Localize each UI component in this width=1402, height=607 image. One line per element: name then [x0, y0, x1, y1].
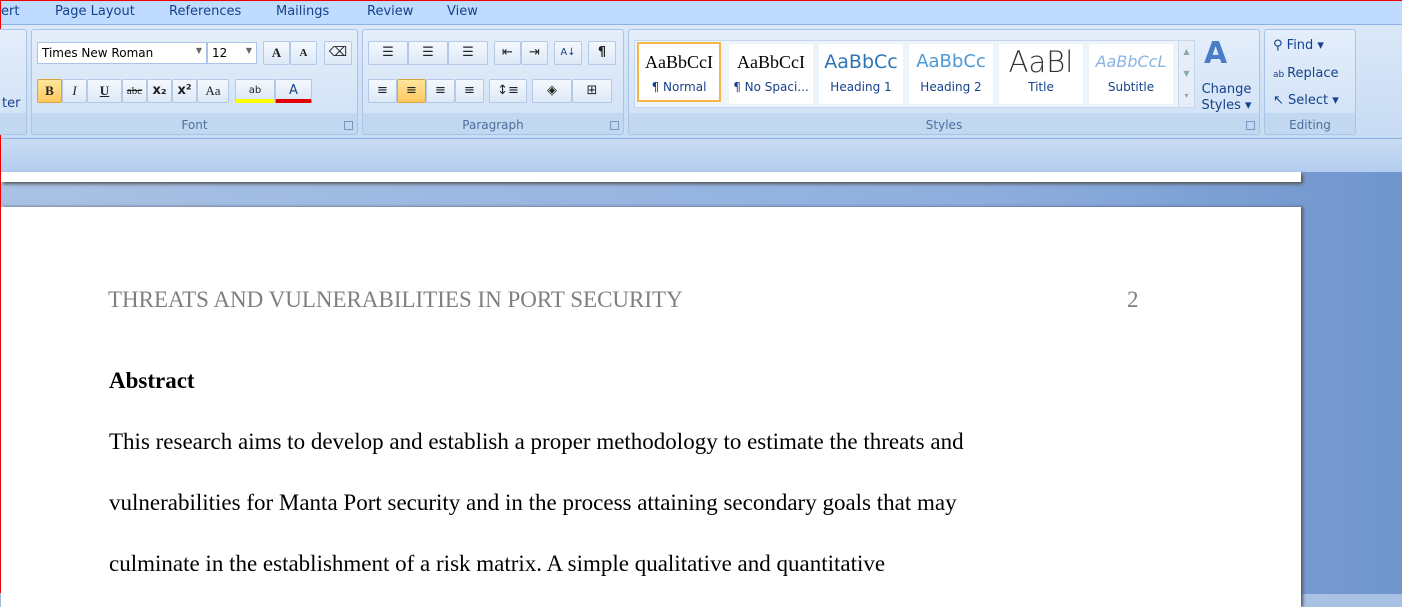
align-right-icon[interactable]: ≡ [426, 79, 455, 103]
show-hide-button[interactable]: ¶ [588, 41, 616, 65]
clear-formatting-icon[interactable]: ⌫ [324, 41, 352, 65]
tab-mailings[interactable]: Mailings [276, 4, 329, 19]
page-number: 2 [1127, 287, 1139, 312]
font-dialog-launcher-icon[interactable] [344, 121, 353, 130]
replace-icon: ab [1273, 70, 1288, 80]
styles-group-label: Styles [925, 118, 963, 132]
grow-font-button[interactable]: A [263, 41, 290, 65]
body-line: vulnerabilities for Manta Port security … [109, 490, 957, 515]
style-subtitle[interactable]: AaBbCcL Subtitle [1089, 44, 1173, 104]
tab-review[interactable]: Review [367, 4, 413, 19]
font-name-value: Times New Roman [42, 46, 154, 60]
align-center-icon[interactable]: ≡ [397, 79, 426, 103]
shading-icon[interactable]: ◈ [532, 79, 572, 103]
style-title[interactable]: AaBl Title [999, 44, 1083, 104]
style-heading-2[interactable]: AaBbCc Heading 2 [909, 44, 993, 104]
font-size-value: 12 [212, 46, 228, 60]
style-heading-1[interactable]: AaBbCc Heading 1 [819, 44, 903, 104]
shrink-font-button[interactable]: A [290, 41, 317, 65]
font-size-box[interactable]: 12 ▼ [207, 42, 257, 64]
change-styles-button[interactable]: Change Styles ▾ [1199, 82, 1254, 114]
style-no-spacing[interactable]: AaBbCcI ¶ No Spaci... [729, 44, 813, 104]
font-color-icon[interactable]: A [275, 79, 312, 103]
change-styles-icon: A [1204, 36, 1228, 71]
borders-icon[interactable]: ⊞ [572, 79, 612, 103]
paragraph-group-label: Paragraph [462, 118, 524, 132]
bold-button[interactable]: B [37, 79, 62, 103]
decrease-indent-icon[interactable]: ⇤ [494, 41, 521, 65]
body-line: culminate in the establishment of a risk… [109, 551, 886, 576]
replace-button[interactable]: ab Replace [1273, 66, 1339, 81]
abstract-heading: Abstract [109, 368, 195, 393]
editing-group-label: Editing [1289, 118, 1331, 132]
increase-indent-icon[interactable]: ⇥ [521, 41, 548, 65]
ribbon: ter Times New Roman ▼ 12 ▼ A A ⌫ B I U abc… [0, 25, 1402, 138]
multilevel-list-icon[interactable]: ☰ [448, 41, 488, 65]
font-name-box[interactable]: Times New Roman ▼ [37, 42, 207, 64]
find-button[interactable]: ⚲ Find ▾ [1273, 38, 1324, 53]
paragraph-group: ☰ ☰ ☰ ⇤ ⇥ A↓ ¶ ≡ ≡ ≡ ≡ ↕≡ ◈ ⊞ Paragraph [362, 29, 624, 135]
paragraph-dialog-launcher-icon[interactable] [610, 121, 619, 130]
sort-icon[interactable]: A↓ [554, 41, 582, 65]
subscript-button[interactable]: x₂ [147, 79, 172, 103]
styles-group: AaBbCcI ¶ Normal AaBbCcI ¶ No Spaci... AaB… [628, 29, 1260, 135]
line-spacing-icon[interactable]: ↕≡ [489, 79, 527, 103]
change-case-button[interactable]: Aa [197, 79, 229, 103]
cursor-icon: ↖ [1273, 93, 1289, 108]
styles-dialog-launcher-icon[interactable] [1246, 121, 1255, 130]
body-line: This research aims to develop and establ… [109, 429, 964, 454]
ruler-area [1, 138, 1402, 172]
tab-view[interactable]: View [447, 4, 478, 19]
justify-icon[interactable]: ≡ [455, 79, 484, 103]
tab-page-layout[interactable]: Page Layout [55, 4, 135, 19]
ribbon-tabs: ert Page Layout References Mailings Revi… [1, 1, 1402, 25]
document-page[interactable]: THREATS AND VULNERABILITIES IN PORT SECU… [1, 207, 1301, 607]
select-button[interactable]: ↖ Select ▾ [1273, 93, 1339, 108]
editing-group: ⚲ Find ▾ ab Replace ↖ Select ▾ Editing [1264, 29, 1356, 135]
superscript-button[interactable]: x² [172, 79, 197, 103]
font-group-label: Font [181, 118, 208, 132]
highlight-icon[interactable]: ab [235, 79, 275, 103]
underline-button[interactable]: U [87, 79, 122, 103]
numbering-icon[interactable]: ☰ [408, 41, 448, 65]
document-workspace: THREATS AND VULNERABILITIES IN PORT SECU… [1, 172, 1402, 607]
clipboard-group: ter [0, 29, 27, 135]
tab-references[interactable]: References [169, 4, 241, 19]
font-group: Times New Roman ▼ 12 ▼ A A ⌫ B I U abc x₂ … [31, 29, 358, 135]
style-normal[interactable]: AaBbCcI ¶ Normal [637, 42, 721, 102]
paste-format-painter-label[interactable]: ter [2, 96, 20, 111]
italic-button[interactable]: I [62, 79, 87, 103]
running-header: THREATS AND VULNERABILITIES IN PORT SECU… [108, 287, 683, 312]
bullets-icon[interactable]: ☰ [368, 41, 408, 65]
previous-page-edge [1, 172, 1301, 182]
binoculars-icon: ⚲ [1273, 38, 1287, 53]
styles-scrollbar[interactable]: ▲ ▼ ▾ [1178, 40, 1195, 108]
tab-insert[interactable]: ert [1, 4, 19, 19]
align-left-icon[interactable]: ≡ [368, 79, 397, 103]
strikethrough-button[interactable]: abc [122, 79, 147, 103]
